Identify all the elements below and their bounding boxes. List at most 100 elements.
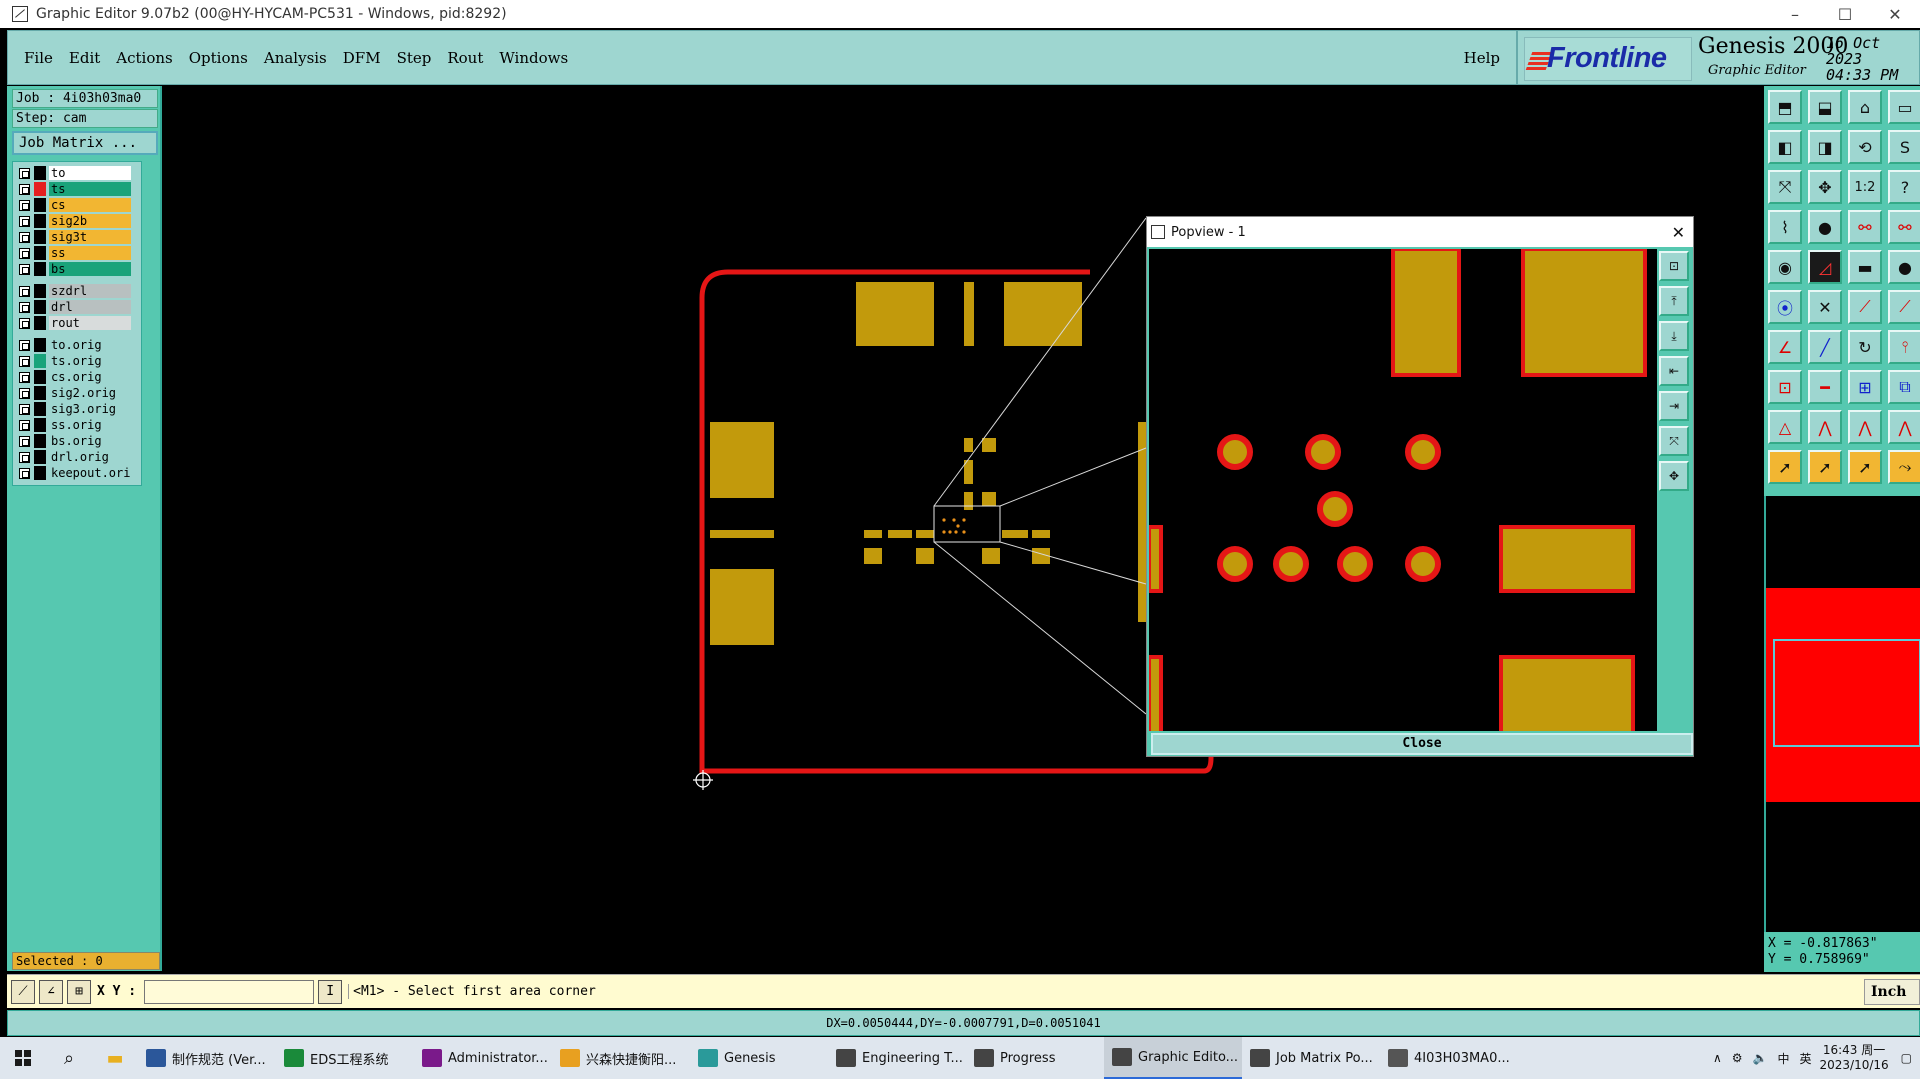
layer-row[interactable]: sig2b <box>19 213 141 229</box>
layer-name[interactable]: ts.orig <box>49 354 131 368</box>
layer-row[interactable]: rout <box>19 315 141 331</box>
help-icon[interactable]: ? <box>1888 170 1920 204</box>
layer-color-marker[interactable] <box>34 316 46 330</box>
center-icon[interactable]: ✥ <box>1659 461 1689 491</box>
layer-checkbox[interactable] <box>19 467 30 479</box>
add-pad-icon[interactable]: ◉ <box>1768 250 1802 284</box>
zoom-in-icon[interactable]: ⬒ <box>1768 90 1802 124</box>
layer-row[interactable]: bs <box>19 261 141 277</box>
zoom-down-icon[interactable]: ⤓ <box>1659 321 1689 351</box>
dash-icon[interactable]: ━ <box>1808 370 1842 404</box>
layer-name[interactable]: to <box>49 166 131 180</box>
cross-icon[interactable]: ✕ <box>1808 290 1842 324</box>
lang-indicator[interactable]: 英 <box>1799 1050 1811 1067</box>
layer-name[interactable]: ss.orig <box>49 418 131 432</box>
pan-left-icon[interactable]: ⇤ <box>1659 356 1689 386</box>
layer-color-marker[interactable] <box>34 300 46 314</box>
layer-row[interactable]: keepout.orig <box>19 465 141 481</box>
layer-checkbox[interactable] <box>19 215 30 227</box>
layer-checkbox[interactable] <box>19 403 30 415</box>
layer-color-marker[interactable] <box>34 182 46 196</box>
taskbar-item[interactable]: 4I03H03MA0... <box>1380 1037 1518 1079</box>
layer-name[interactable]: cs <box>49 198 131 212</box>
layer-name[interactable]: sig3.orig <box>49 402 131 416</box>
layer-name[interactable]: to.orig <box>49 338 131 352</box>
net-icon[interactable]: ⚯ <box>1848 210 1882 244</box>
layer-color-marker[interactable] <box>34 338 46 352</box>
layer-name[interactable]: bs.orig <box>49 434 131 448</box>
layer-row[interactable]: drl <box>19 299 141 315</box>
layer-color-marker[interactable] <box>34 214 46 228</box>
volume-icon[interactable]: 🔈 <box>1753 1051 1768 1065</box>
layer-color-marker[interactable] <box>34 354 46 368</box>
layer-color-marker[interactable] <box>34 246 46 260</box>
home-icon[interactable]: ⌂ <box>1848 90 1882 124</box>
line2-icon[interactable]: ⟋ <box>1888 290 1920 324</box>
pad-icon[interactable]: ● <box>1808 210 1842 244</box>
pan-right-icon[interactable]: ⇥ <box>1659 391 1689 421</box>
layer-color-marker[interactable] <box>34 230 46 244</box>
layer-row[interactable]: sig2.orig <box>19 385 141 401</box>
window-icon[interactable]: ▭ <box>1888 90 1920 124</box>
minimize-icon[interactable]: – <box>1770 5 1820 24</box>
copy-icon[interactable]: ⧉ <box>1888 370 1920 404</box>
layer-row[interactable]: to.orig <box>19 337 141 353</box>
layer-name[interactable]: bs <box>49 262 131 276</box>
layer-name[interactable]: keepout.orig <box>49 466 131 480</box>
arc-icon[interactable]: ↻ <box>1848 330 1882 364</box>
menu-help[interactable]: Help <box>1464 49 1500 67</box>
grid-mode-icon[interactable]: ⊞ <box>67 979 91 1004</box>
triangle2-icon[interactable]: ⋀ <box>1808 410 1842 444</box>
search-icon[interactable]: ⌕ <box>46 1048 92 1069</box>
connect-icon[interactable]: ⦿ <box>1768 290 1802 324</box>
layer-color-marker[interactable] <box>34 434 46 448</box>
layer-checkbox[interactable] <box>19 183 30 195</box>
layer-name[interactable]: ts <box>49 182 131 196</box>
menu-options[interactable]: Options <box>189 49 248 67</box>
select3-icon[interactable]: ➚ <box>1848 450 1882 484</box>
maximize-icon[interactable]: ☐ <box>1820 5 1870 24</box>
taskbar-item[interactable]: 制作规范 (Ver... <box>138 1037 276 1079</box>
layer-color-marker[interactable] <box>34 402 46 416</box>
layer-color-marker[interactable] <box>34 166 46 180</box>
units-selector[interactable]: Inch <box>1864 978 1920 1005</box>
layer-checkbox[interactable] <box>19 247 30 259</box>
job-matrix-button[interactable]: Job Matrix ... <box>12 131 158 155</box>
center-icon[interactable]: ✥ <box>1808 170 1842 204</box>
select-route-icon[interactable]: ⤳ <box>1888 450 1920 484</box>
select2-icon[interactable]: ➚ <box>1808 450 1842 484</box>
taskbar-item[interactable]: Progress <box>966 1037 1104 1079</box>
layer-checkbox[interactable] <box>19 263 30 275</box>
layer-color-marker[interactable] <box>34 386 46 400</box>
layer-name[interactable]: sig3t <box>49 230 131 244</box>
layer-checkbox[interactable] <box>19 355 30 367</box>
layer-row[interactable]: ts.orig <box>19 353 141 369</box>
taskbar-item[interactable]: Engineering T... <box>828 1037 966 1079</box>
triangle4-icon[interactable]: ⋀ <box>1888 410 1920 444</box>
layer-color-marker[interactable] <box>34 262 46 276</box>
layer-row[interactable]: szdrl <box>19 283 141 299</box>
triangle-icon[interactable]: △ <box>1768 410 1802 444</box>
taskbar-item[interactable]: Graphic Edito... <box>1104 1037 1242 1079</box>
add-text-icon[interactable]: ▬ <box>1848 250 1882 284</box>
ime-indicator[interactable]: 中 <box>1777 1050 1789 1067</box>
zoom-up-icon[interactable]: ⤒ <box>1659 286 1689 316</box>
close-icon[interactable]: ✕ <box>1672 223 1685 242</box>
overview-panel[interactable] <box>1764 496 1920 932</box>
taskbar-item[interactable]: Genesis <box>690 1037 828 1079</box>
select-icon[interactable]: ➚ <box>1768 450 1802 484</box>
layer-color-marker[interactable] <box>34 198 46 212</box>
layer-name[interactable]: drl.orig <box>49 450 131 464</box>
zoom-out-icon[interactable]: ⬓ <box>1808 90 1842 124</box>
layer-row[interactable]: ss <box>19 245 141 261</box>
xy-input[interactable] <box>144 979 315 1004</box>
menu-file[interactable]: File <box>24 49 53 67</box>
line-icon[interactable]: ⟋ <box>1848 290 1882 324</box>
align-icon[interactable]: ⊞ <box>1848 370 1882 404</box>
layer-color-marker[interactable] <box>34 466 46 480</box>
popview-close-button[interactable]: Close <box>1151 733 1693 755</box>
layer-checkbox[interactable] <box>19 317 30 329</box>
layer-checkbox[interactable] <box>19 339 30 351</box>
layer-checkbox[interactable] <box>19 387 30 399</box>
redraw-icon[interactable]: ⟲ <box>1848 130 1882 164</box>
